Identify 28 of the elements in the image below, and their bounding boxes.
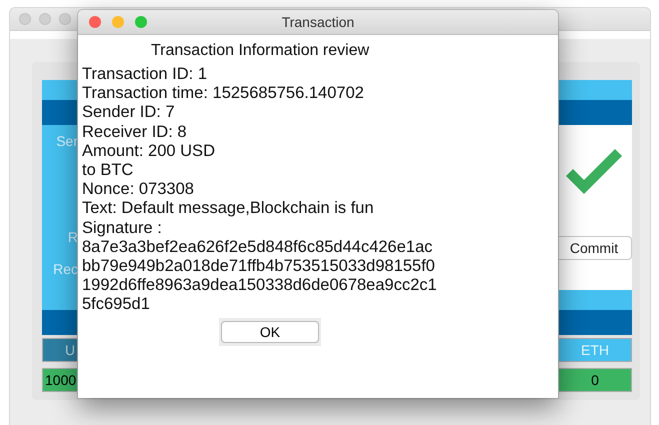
info-line: 5fc695d1: [82, 295, 151, 315]
info-line: Sender ID: 7: [82, 103, 176, 123]
info-line: Signature :: [82, 218, 163, 238]
column-header: ETH: [558, 338, 632, 362]
field-label: Ser: [56, 133, 78, 149]
window-control-icon[interactable]: [59, 13, 71, 25]
ok-button[interactable]: OK: [221, 320, 319, 343]
dialog-heading: Transaction Information review: [151, 42, 370, 60]
minimize-icon[interactable]: [112, 16, 124, 28]
zoom-icon[interactable]: [135, 16, 147, 28]
info-line: Transaction time: 1525685756.140702: [82, 84, 365, 104]
info-line: 8a7e3a3bef2ea626f2e5d848f6c85d44c426e1ac: [82, 238, 434, 258]
window-title: Transaction: [282, 14, 354, 30]
info-line: Transaction ID: 1: [82, 65, 208, 84]
info-line: Nonce: 073308: [82, 180, 195, 200]
window-control-icon[interactable]: [19, 13, 31, 25]
table-cell: 0: [558, 368, 632, 392]
info-line: 1992d6ffe8963a9dea150338d6de0678ea9cc2c1: [82, 276, 438, 296]
field-label: Rec: [53, 261, 78, 277]
info-line: Text: Default message,Blockchain is fun: [82, 199, 375, 219]
close-icon[interactable]: [89, 16, 101, 28]
info-line: Receiver ID: 8: [82, 122, 188, 142]
field-label: R: [68, 229, 78, 245]
commit-button[interactable]: Commit: [556, 236, 632, 260]
window-control-icon[interactable]: [39, 13, 51, 25]
info-line: bb79e949b2a018de71ffb4b753515033d98155f0: [82, 257, 436, 276]
info-line: Amount: 200 USD: [82, 142, 216, 162]
info-line: to BTC: [82, 161, 134, 180]
